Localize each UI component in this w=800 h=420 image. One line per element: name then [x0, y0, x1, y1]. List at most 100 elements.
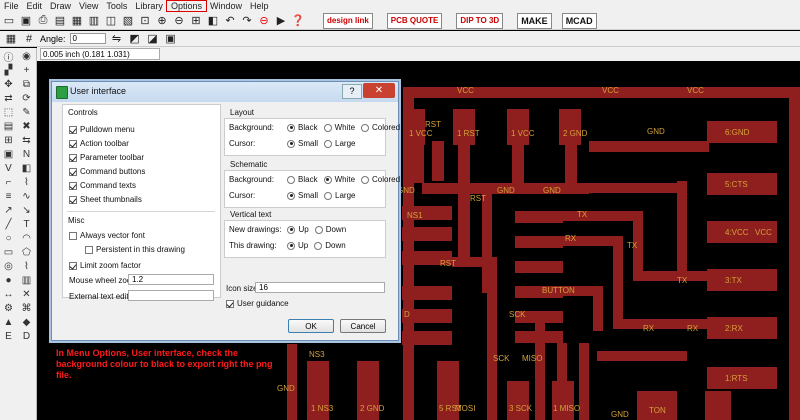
smash-icon[interactable]: ◧	[19, 162, 34, 175]
external-editor-input[interactable]	[128, 290, 214, 301]
display-mode-icon[interactable]: ◩	[128, 32, 142, 46]
menu-help[interactable]: Help	[246, 1, 273, 11]
display-mode-2-icon[interactable]: ◪	[146, 32, 160, 46]
erc-icon[interactable]: ▲	[1, 316, 16, 329]
radio-icon[interactable]	[324, 139, 333, 148]
radio-icon[interactable]	[324, 191, 333, 200]
rect-icon[interactable]: ▭	[1, 246, 16, 259]
miter-icon[interactable]: ⌐	[1, 176, 16, 189]
layout-bg-black[interactable]: Black	[298, 123, 318, 132]
cancel-button[interactable]: Cancel	[340, 319, 386, 333]
radio-icon[interactable]	[361, 123, 370, 132]
attribute-icon[interactable]: ▥	[19, 274, 34, 287]
erc-label-icon[interactable]: E	[1, 330, 16, 343]
help-button[interactable]: ?	[342, 84, 362, 99]
auto-icon[interactable]: ⚙	[1, 302, 16, 315]
action-toolbar-checkbox[interactable]: Action toolbar	[69, 139, 129, 148]
change-icon[interactable]: ✎	[19, 106, 34, 119]
help-icon[interactable]: ❓	[291, 14, 305, 28]
radio-icon[interactable]	[314, 225, 323, 234]
radio-icon[interactable]	[314, 241, 323, 250]
split-icon[interactable]: ⌇	[19, 176, 34, 189]
copy-icon[interactable]: ⧉	[19, 78, 34, 91]
user-guidance-checkbox[interactable]: User guidance	[226, 299, 289, 308]
layout-cursor-small[interactable]: Small	[298, 139, 318, 148]
ripup-icon[interactable]: ↘	[19, 204, 34, 217]
via-icon[interactable]: ◎	[1, 260, 16, 273]
schematic-bg-black[interactable]: Black	[298, 175, 318, 184]
errors-icon[interactable]: ◆	[19, 316, 34, 329]
info-icon[interactable]: ⓘ	[1, 50, 16, 64]
display-mode-3-icon[interactable]: ▣	[164, 32, 178, 46]
print-icon[interactable]: ⎙	[36, 14, 50, 28]
wire-icon[interactable]: ╱	[1, 218, 16, 231]
dip-to-3d-button[interactable]: DIP TO 3D	[456, 12, 504, 29]
radio-icon[interactable]	[287, 241, 295, 250]
arc-icon[interactable]: ◠	[19, 232, 34, 245]
text-icon[interactable]: T	[19, 218, 34, 231]
eye-icon[interactable]: ◉	[19, 50, 34, 63]
icon-size-input[interactable]: 16	[255, 282, 385, 293]
save-icon[interactable]: ▣	[19, 14, 33, 28]
pcb-quote-button[interactable]: PCB QUOTE	[386, 12, 443, 29]
redraw-icon[interactable]: ◧	[206, 14, 220, 28]
ok-button[interactable]: OK	[288, 319, 334, 333]
optimize-icon[interactable]: ≡	[1, 190, 16, 203]
undo-icon[interactable]: ↶	[223, 14, 237, 28]
radio-icon[interactable]	[361, 175, 370, 184]
circle-icon[interactable]: ○	[1, 232, 16, 245]
mcad-button[interactable]: MCAD	[561, 12, 597, 29]
schematic-bg-white[interactable]: White	[335, 175, 355, 184]
schematic-cursor-large[interactable]: Large	[335, 191, 355, 200]
menu-view[interactable]: View	[75, 1, 102, 11]
this-up[interactable]: Up	[298, 241, 308, 250]
mouse-wheel-zoom-input[interactable]: 1.2	[128, 274, 214, 285]
mark-icon[interactable]: +	[19, 64, 34, 77]
grid-icon[interactable]: #	[22, 32, 36, 46]
board-icon[interactable]: ▦	[70, 14, 84, 28]
paste-icon[interactable]: ▤	[1, 120, 16, 133]
layout-bg-colored[interactable]: Colored	[372, 123, 400, 132]
limit-zoom-checkbox[interactable]: Limit zoom factor	[69, 261, 141, 270]
angle-select[interactable]: 0	[69, 33, 106, 44]
group-icon[interactable]: ⬚	[1, 106, 16, 119]
new-up[interactable]: Up	[298, 225, 308, 234]
layer-icon[interactable]: ▦	[4, 32, 18, 46]
hole-icon[interactable]: ●	[1, 274, 16, 287]
parameter-toolbar-checkbox[interactable]: Parameter toolbar	[69, 153, 144, 162]
delete-icon[interactable]: ✖	[19, 120, 34, 133]
sheet-thumbnails-checkbox[interactable]: Sheet thumbnails	[69, 195, 142, 204]
mirror-cmd-icon[interactable]: ⇄	[1, 92, 16, 105]
add-icon[interactable]: ⊞	[1, 134, 16, 147]
dimension-icon[interactable]: ↔	[1, 288, 16, 301]
radio-icon[interactable]	[287, 123, 295, 132]
ulp-cmd-icon[interactable]: ⌘	[19, 302, 34, 315]
stop-icon[interactable]: ⊖	[257, 14, 271, 28]
zoom-in-icon[interactable]: ⊕	[155, 14, 169, 28]
design-link-button[interactable]: design link	[323, 12, 373, 29]
menu-draw[interactable]: Draw	[46, 1, 75, 11]
layout-cursor-large[interactable]: Large	[335, 139, 355, 148]
menu-file[interactable]: File	[0, 1, 23, 11]
route-icon[interactable]: ↗	[1, 204, 16, 217]
rotate-icon[interactable]: ⟳	[19, 92, 34, 105]
go-icon[interactable]: ▶	[274, 14, 288, 28]
lock-icon[interactable]: ▣	[1, 148, 16, 161]
script-icon[interactable]: ▧	[121, 14, 135, 28]
ulp-icon[interactable]: ◫	[104, 14, 118, 28]
ratsnest-icon[interactable]: ✕	[19, 288, 34, 301]
meander-icon[interactable]: ∿	[19, 190, 34, 203]
polygon-icon[interactable]: ⬠	[19, 246, 34, 259]
new-down[interactable]: Down	[326, 225, 346, 234]
pulldown-menu-checkbox[interactable]: Pulldown menu	[69, 125, 135, 134]
mirror-icon[interactable]: ⇋	[110, 32, 124, 46]
value-icon[interactable]: V	[1, 162, 16, 175]
cam-icon[interactable]: ▤	[53, 14, 67, 28]
close-button[interactable]: ✕	[363, 83, 395, 98]
name-icon[interactable]: N	[19, 148, 34, 161]
zoom-select-icon[interactable]: ⊞	[189, 14, 203, 28]
make-button[interactable]: MAKE	[517, 12, 552, 29]
zoom-fit-icon[interactable]: ⊡	[138, 14, 152, 28]
drc-label-icon[interactable]: D	[19, 330, 34, 343]
schematic-cursor-small[interactable]: Small	[298, 191, 318, 200]
